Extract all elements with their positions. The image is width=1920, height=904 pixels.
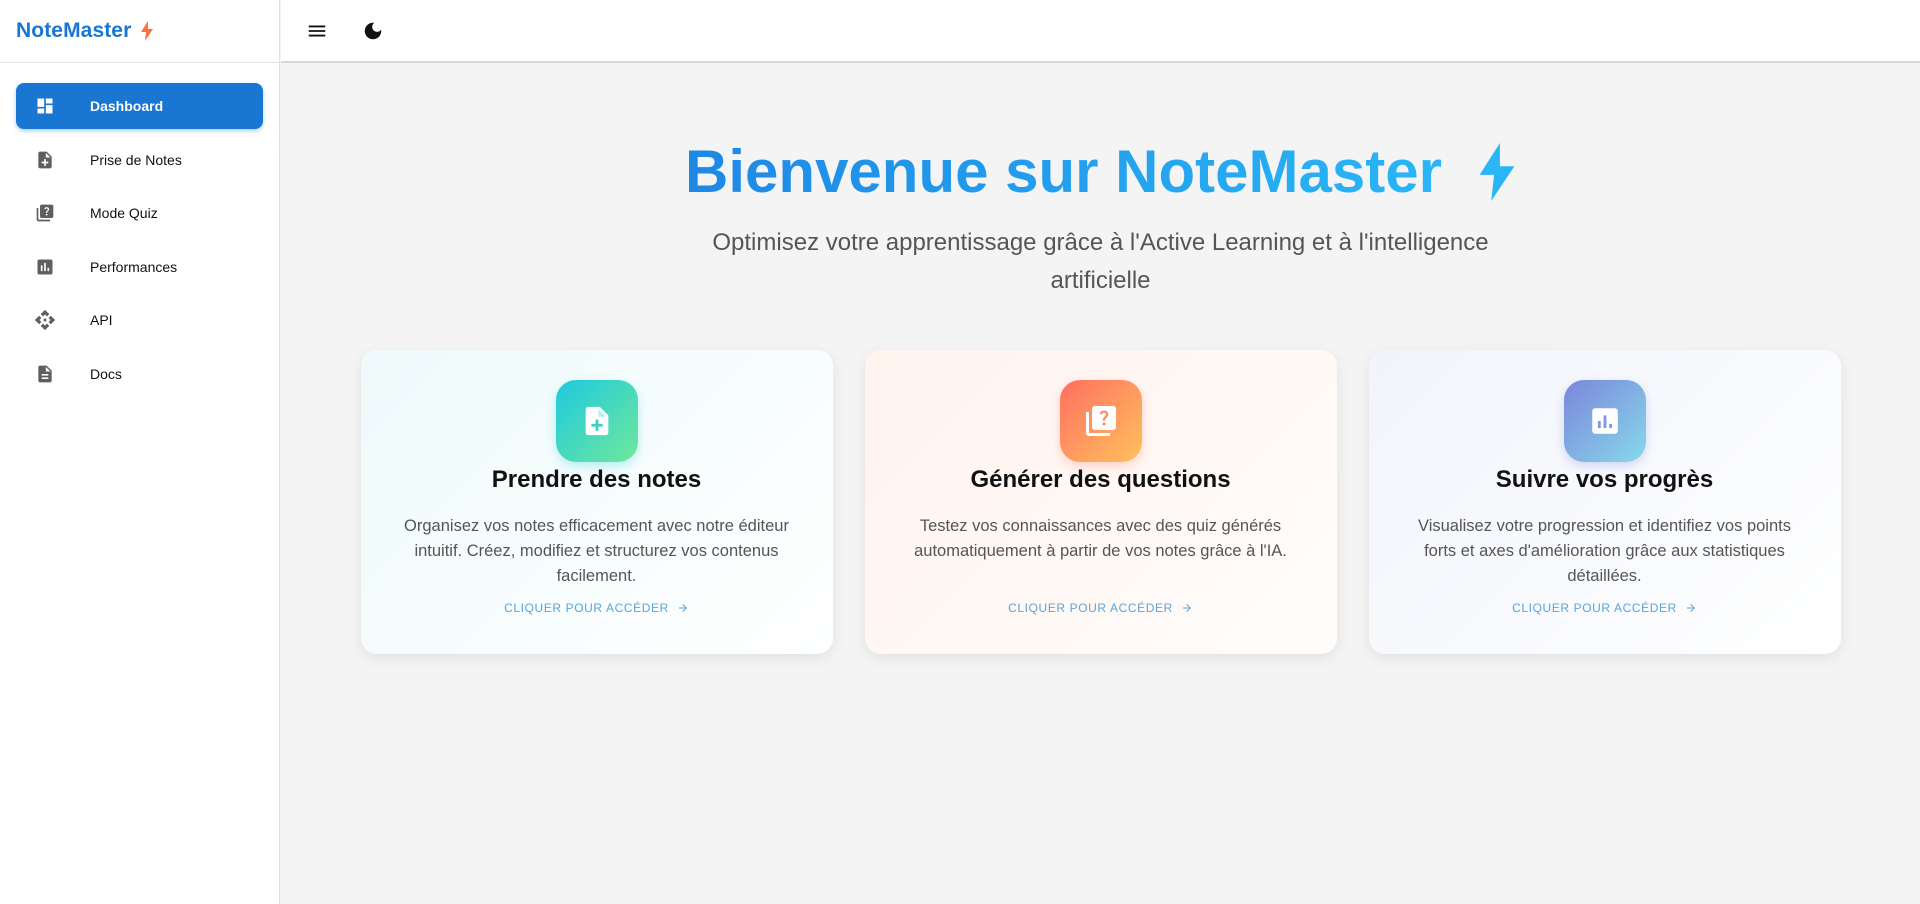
dark-mode-icon[interactable] bbox=[355, 13, 391, 49]
card-description: Testez vos connaissances avec des quiz g… bbox=[914, 517, 1287, 560]
card-suivre-vos-progres[interactable]: Suivre vos progrès Visualisez votre prog… bbox=[1368, 350, 1841, 654]
bar-chart-icon bbox=[34, 256, 56, 278]
card-generer-des-questions[interactable]: Générer des questions Testez vos connais… bbox=[864, 350, 1337, 654]
sidebar-item-label: Docs bbox=[90, 365, 122, 382]
card-title: Suivre vos progrès bbox=[1495, 466, 1714, 493]
arrow-right-icon bbox=[677, 602, 689, 614]
sidebar-item-mode-quiz[interactable]: Mode Quiz bbox=[16, 190, 263, 236]
card-title: Prendre des notes bbox=[491, 466, 702, 493]
api-icon bbox=[34, 309, 56, 331]
arrow-right-icon bbox=[1181, 602, 1193, 614]
sidebar-item-label: Mode Quiz bbox=[90, 205, 158, 221]
sidebar-item-performances[interactable]: Performances bbox=[16, 244, 263, 290]
menu-icon[interactable] bbox=[299, 13, 335, 49]
card-prendre-des-notes[interactable]: Prendre des notes Organisez vos notes ef… bbox=[360, 350, 833, 654]
card-link[interactable]: CLIQUER POUR ACCÉDER bbox=[504, 601, 689, 615]
sidebar-item-dashboard[interactable]: Dashboard bbox=[16, 83, 263, 129]
quiz-icon bbox=[34, 202, 56, 224]
card-title: Générer des questions bbox=[970, 466, 1231, 493]
quiz-icon bbox=[1059, 380, 1142, 462]
main-content: Bienvenue sur NoteMaster Optimisez votre… bbox=[281, 65, 1920, 904]
card-link-label: CLIQUER POUR ACCÉDER bbox=[1008, 601, 1173, 615]
note-add-icon bbox=[555, 380, 638, 462]
card-description: Organisez vos notes efficacement avec no… bbox=[404, 517, 789, 585]
note-add-icon bbox=[34, 149, 56, 171]
brand[interactable]: NoteMaster bbox=[0, 0, 279, 63]
card-link-label: CLIQUER POUR ACCÉDER bbox=[504, 601, 669, 615]
sidebar-item-label: Prise de Notes bbox=[90, 151, 182, 168]
brand-name: NoteMaster bbox=[16, 19, 132, 42]
sidebar-item-label: API bbox=[90, 312, 113, 328]
sidebar: NoteMaster Dashboard Prise de Notes Mode… bbox=[0, 0, 280, 904]
document-icon bbox=[34, 363, 56, 385]
feature-cards: Prendre des notes Organisez vos notes ef… bbox=[281, 350, 1920, 654]
sidebar-item-label: Dashboard bbox=[90, 98, 164, 114]
dashboard-icon bbox=[34, 95, 56, 117]
sidebar-item-prise-de-notes[interactable]: Prise de Notes bbox=[16, 137, 263, 183]
sidebar-item-label: Performances bbox=[90, 258, 178, 275]
card-description: Visualisez votre progression et identifi… bbox=[1418, 517, 1791, 585]
analytics-icon bbox=[1563, 380, 1646, 462]
card-link[interactable]: CLIQUER POUR ACCÉDER bbox=[1512, 601, 1697, 615]
card-link-label: CLIQUER POUR ACCÉDER bbox=[1512, 601, 1677, 615]
hero: Bienvenue sur NoteMaster Optimisez votre… bbox=[281, 137, 1920, 300]
hero-subtitle: Optimisez votre apprentissage grâce à l'… bbox=[712, 229, 1489, 294]
page-title: Bienvenue sur NoteMaster bbox=[685, 137, 1516, 206]
sidebar-item-docs[interactable]: Docs bbox=[16, 351, 263, 397]
hero-title-text: Bienvenue sur NoteMaster bbox=[685, 138, 1442, 205]
sidebar-item-api[interactable]: API bbox=[16, 297, 263, 343]
bolt-icon bbox=[1478, 142, 1516, 201]
card-link[interactable]: CLIQUER POUR ACCÉDER bbox=[1008, 601, 1193, 615]
bolt-icon bbox=[141, 21, 154, 41]
top-app-bar bbox=[281, 0, 1920, 63]
sidebar-nav: Dashboard Prise de Notes Mode Quiz Perfo… bbox=[0, 63, 279, 397]
arrow-right-icon bbox=[1685, 602, 1697, 614]
